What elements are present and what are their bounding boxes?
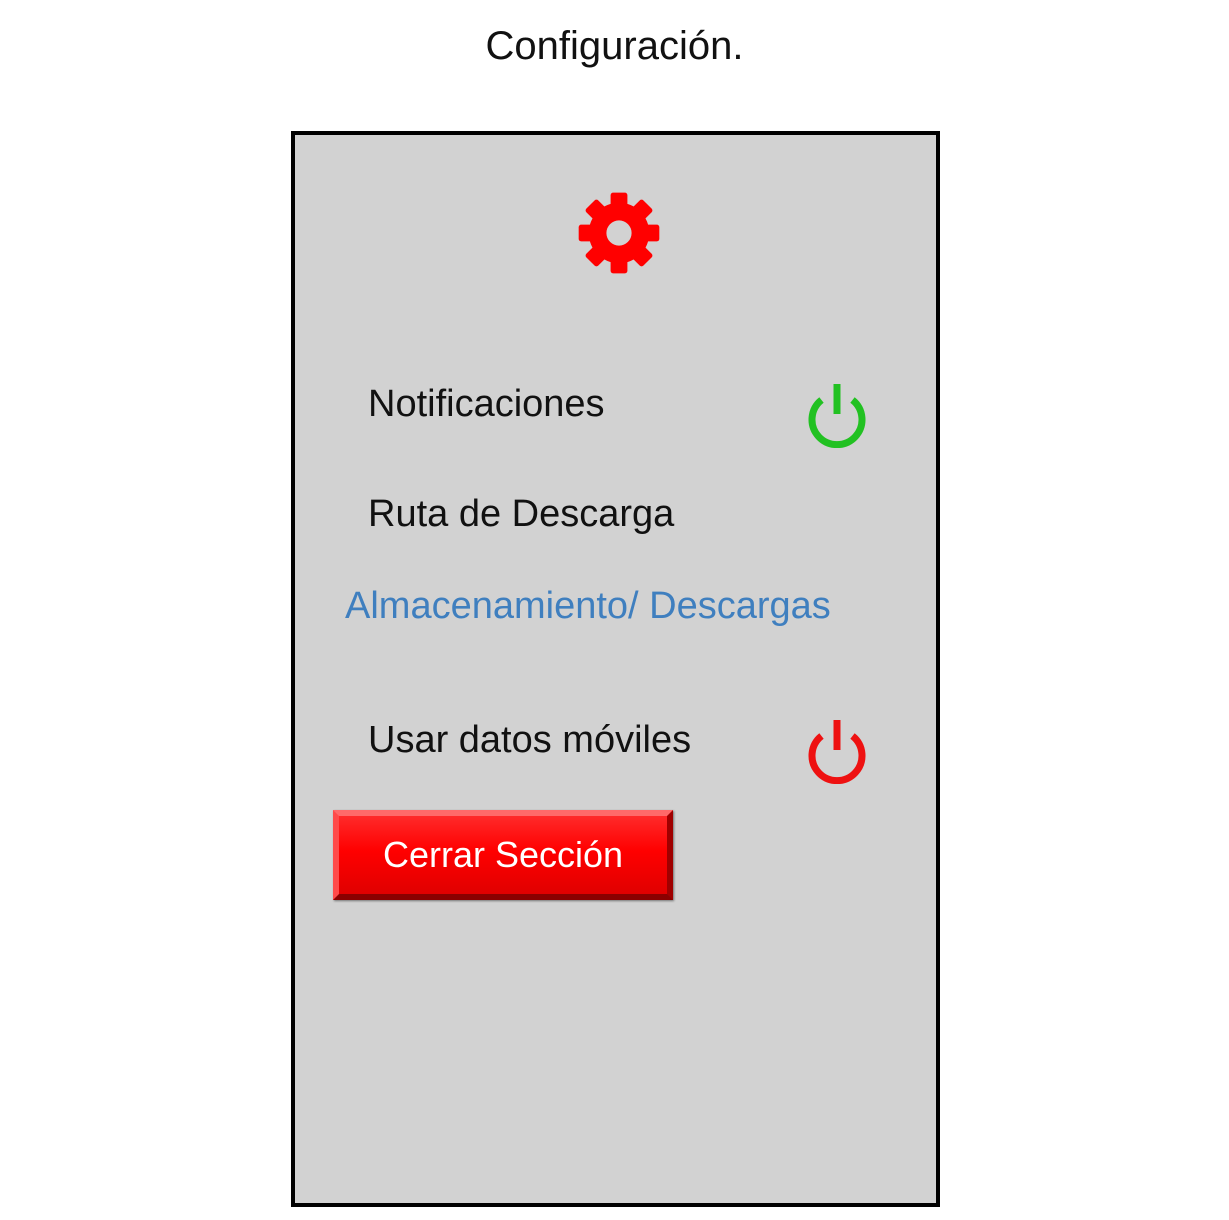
page-title: Configuración. — [485, 24, 744, 68]
notifications-label: Notificaciones — [368, 383, 605, 425]
logout-button[interactable]: Cerrar Sección — [333, 810, 673, 900]
settings-screen: Notificaciones Ruta de Descarga Almacena… — [291, 131, 940, 1207]
power-icon — [808, 720, 866, 784]
gear-icon — [578, 192, 660, 274]
download-path-label: Ruta de Descarga — [368, 493, 675, 535]
mobile-data-power-toggle[interactable] — [805, 716, 869, 784]
download-path-link[interactable]: Almacenamiento/ Descargas — [345, 585, 831, 628]
mobile-data-label: Usar datos móviles — [368, 719, 692, 761]
notifications-power-toggle[interactable] — [805, 380, 869, 448]
power-icon — [808, 384, 866, 448]
